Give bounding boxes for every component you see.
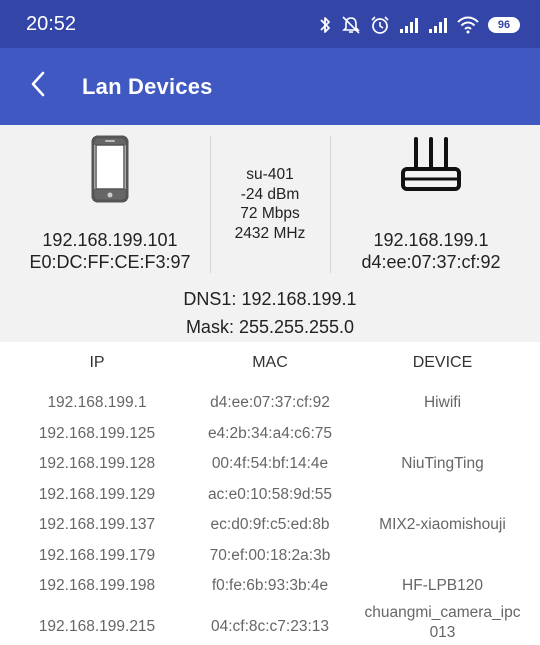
ssid: su-401 bbox=[246, 166, 294, 183]
alarm-off-icon bbox=[341, 15, 361, 35]
row-device-line: 013 bbox=[429, 623, 456, 641]
column-header-device: DEVICE bbox=[412, 354, 473, 371]
signal-icon bbox=[428, 17, 448, 33]
devices-table: IP MAC DEVICE 192.168.199.1 d4:ee:07:37:… bbox=[0, 342, 540, 645]
row-ip: 192.168.199.215 bbox=[38, 617, 156, 635]
wifi-icon bbox=[457, 16, 479, 34]
row-mac: 70:ef:00:18:2a:3b bbox=[209, 546, 331, 564]
alarm-icon bbox=[370, 15, 390, 35]
row-device: NiuTingTing bbox=[401, 455, 484, 472]
row-mac: f0:fe:6b:93:3b:4e bbox=[211, 577, 329, 594]
dns-mask-info: DNS1: 192.168.199.1 Mask: 255.255.255.0 bbox=[0, 285, 540, 341]
router-mac: d4:ee:07:37:cf:92 bbox=[361, 252, 501, 272]
table-row[interactable]: 192.168.199.137 ec:d0:9f:c5:ed:8b MIX2-x… bbox=[0, 509, 540, 540]
row-device: Hiwifi bbox=[423, 394, 462, 411]
row-mac: e4:2b:34:a4:c6:75 bbox=[207, 424, 333, 442]
dns-text: DNS1: 192.168.199.1 bbox=[183, 289, 357, 309]
row-device: chuangmi_camera_ipc 013 bbox=[355, 603, 530, 643]
table-row[interactable]: 192.168.199.179 70:ef:00:18:2a:3b bbox=[0, 540, 540, 571]
network-info-panel: 192.168.199.101 E0:DC:FF:CE:F3:97 su-401… bbox=[0, 125, 540, 342]
smartphone-icon bbox=[91, 135, 129, 208]
table-row[interactable]: 192.168.199.215 04:cf:8c:c7:23:13 chuang… bbox=[0, 601, 540, 645]
row-mac: ec:d0:9f:c5:ed:8b bbox=[210, 516, 330, 533]
row-device: MIX2-xiaomishouji bbox=[379, 516, 506, 533]
table-row[interactable]: 192.168.199.125 e4:2b:34:a4:c6:75 bbox=[0, 418, 540, 449]
link-speed: 72 Mbps bbox=[240, 205, 300, 222]
status-bar: 20:52 96 bbox=[0, 0, 540, 48]
table-row[interactable]: 192.168.199.1 d4:ee:07:37:cf:92 Hiwifi bbox=[0, 387, 540, 418]
row-mac: 00:4f:54:bf:14:4e bbox=[211, 455, 329, 472]
row-ip: 192.168.199.129 bbox=[38, 485, 156, 503]
local-ip: 192.168.199.101 bbox=[42, 230, 178, 250]
mask-text: Mask: 255.255.255.0 bbox=[185, 317, 355, 337]
back-button[interactable] bbox=[18, 66, 58, 106]
signal-icon bbox=[399, 17, 419, 33]
table-row[interactable]: 192.168.199.128 00:4f:54:bf:14:4e NiuTin… bbox=[0, 448, 540, 479]
chevron-left-icon bbox=[30, 71, 46, 102]
row-ip: 192.168.199.198 bbox=[38, 577, 156, 594]
app-bar: Lan Devices bbox=[0, 48, 540, 125]
row-ip: 192.168.199.1 bbox=[47, 394, 147, 411]
row-ip: 192.168.199.125 bbox=[38, 424, 156, 442]
column-header-ip: IP bbox=[89, 354, 105, 371]
column-header-mac: MAC bbox=[252, 354, 288, 371]
status-icons: 96 bbox=[318, 12, 520, 38]
router-icon bbox=[399, 135, 463, 200]
row-device: HF-LPB120 bbox=[402, 577, 483, 594]
page-title: Lan Devices bbox=[82, 74, 213, 99]
row-mac: d4:ee:07:37:cf:92 bbox=[210, 394, 330, 411]
row-device-line: chuangmi_camera_ipc bbox=[364, 603, 521, 621]
bluetooth-icon bbox=[318, 15, 332, 35]
row-ip: 192.168.199.128 bbox=[38, 455, 156, 472]
row-mac: 04:cf:8c:c7:23:13 bbox=[210, 617, 330, 635]
status-time: 20:52 bbox=[26, 13, 77, 35]
router-ip: 192.168.199.1 bbox=[373, 230, 489, 250]
row-ip: 192.168.199.179 bbox=[38, 546, 156, 564]
table-header: IP MAC DEVICE bbox=[0, 342, 540, 387]
signal-strength: -24 dBm bbox=[240, 185, 300, 203]
row-mac: ac:e0:10:58:9d:55 bbox=[207, 485, 333, 503]
local-mac: E0:DC:FF:CE:F3:97 bbox=[29, 252, 191, 272]
row-ip: 192.168.199.137 bbox=[38, 516, 156, 533]
table-row[interactable]: 192.168.199.198 f0:fe:6b:93:3b:4e HF-LPB… bbox=[0, 570, 540, 601]
battery-icon: 96 bbox=[488, 17, 520, 33]
table-row[interactable]: 192.168.199.129 ac:e0:10:58:9d:55 bbox=[0, 479, 540, 510]
frequency: 2432 MHz bbox=[234, 224, 306, 242]
